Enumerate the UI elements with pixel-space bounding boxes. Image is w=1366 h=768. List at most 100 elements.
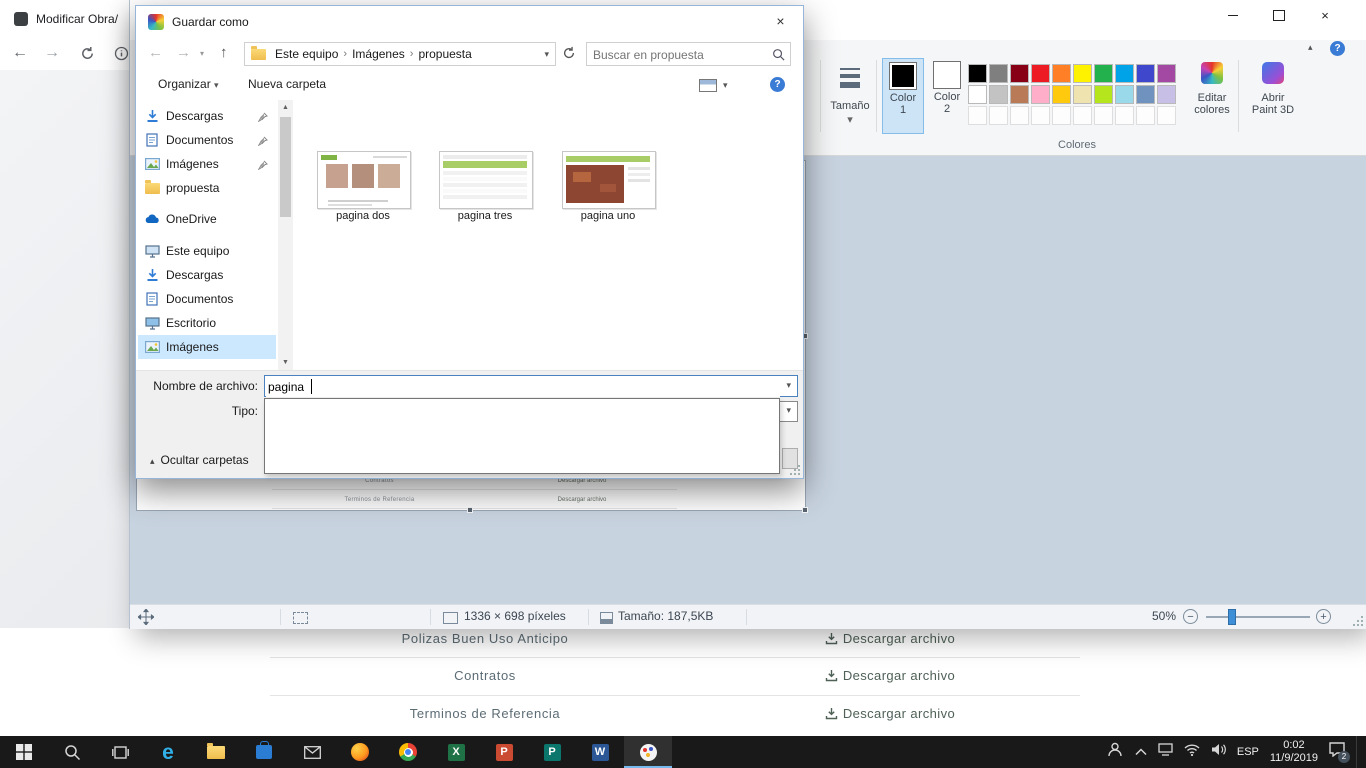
search-input[interactable] (591, 45, 765, 65)
organize-button[interactable]: Organizar ▾ (158, 77, 219, 91)
show-desktop-button[interactable] (1356, 736, 1362, 768)
hidden-icons-chevron[interactable] (1135, 743, 1147, 761)
sidebar-item-descargas-pc[interactable]: Descargas (138, 263, 276, 287)
palette-swatch-empty[interactable] (989, 106, 1008, 125)
palette-swatch[interactable] (1010, 64, 1029, 83)
address-bar[interactable]: Este equipo › Imágenes › propuesta ▾ (244, 42, 556, 66)
download-link[interactable]: Descargar archivo (790, 668, 990, 685)
taskbar-mail-button[interactable] (288, 736, 336, 768)
palette-swatch-empty[interactable] (968, 106, 987, 125)
start-button[interactable] (0, 736, 48, 768)
palette-swatch-empty[interactable] (1010, 106, 1029, 125)
color2-button[interactable]: Color 2 (926, 58, 968, 134)
download-link[interactable]: Descargar archivo (790, 706, 990, 723)
breadcrumb-item[interactable]: Este equipo (271, 47, 342, 61)
palette-swatch-empty[interactable] (1052, 106, 1071, 125)
color1-button[interactable]: Color 1 (882, 58, 924, 134)
taskbar-clock[interactable]: 0:02 11/9/2019 (1270, 739, 1318, 765)
breadcrumb-item[interactable]: propuesta (414, 47, 475, 61)
zoom-slider-thumb[interactable] (1228, 609, 1236, 625)
taskbar-paint-button[interactable] (624, 736, 672, 768)
size-button[interactable]: Tamaño ▾ (826, 60, 874, 136)
palette-swatch-empty[interactable] (1115, 106, 1134, 125)
forward-icon[interactable]: → (176, 44, 191, 61)
volume-icon[interactable] (1211, 743, 1226, 761)
resize-handle[interactable] (467, 507, 473, 513)
file-thumbnail-pagina-tres[interactable] (439, 151, 533, 209)
palette-swatch[interactable] (1073, 64, 1092, 83)
palette-swatch-empty[interactable] (1136, 106, 1155, 125)
dialog-resize-grip[interactable] (790, 465, 800, 475)
hide-folders-button[interactable]: ▴Ocultar carpetas (150, 450, 249, 470)
taskbar-word-button[interactable]: W (576, 736, 624, 768)
scroll-down-icon[interactable]: ▼ (278, 355, 293, 370)
browser-tab[interactable]: Modificar Obra/ (0, 0, 134, 40)
palette-swatch[interactable] (1094, 85, 1113, 104)
palette-swatch[interactable] (1115, 85, 1134, 104)
view-options-icon[interactable] (699, 79, 717, 92)
file-thumbnail-pagina-dos[interactable] (317, 151, 411, 209)
filename-field[interactable]: ▾ (264, 375, 798, 397)
sidebar-scrollbar[interactable]: ▲ ▼ (278, 100, 293, 370)
help-icon[interactable]: ? (1330, 41, 1345, 56)
scroll-up-icon[interactable]: ▲ (278, 100, 293, 115)
palette-swatch[interactable] (1073, 85, 1092, 104)
palette-swatch[interactable] (1094, 64, 1113, 83)
sidebar-item-documentos[interactable]: Documentos (138, 128, 276, 152)
palette-swatch[interactable] (1010, 85, 1029, 104)
taskbar-excel-button[interactable]: X (432, 736, 480, 768)
people-icon[interactable] (1107, 742, 1124, 762)
palette-swatch-empty[interactable] (1073, 106, 1092, 125)
zoom-out-button[interactable]: − (1183, 609, 1198, 624)
language-indicator[interactable]: ESP (1237, 746, 1259, 758)
taskbar-chrome-button[interactable] (384, 736, 432, 768)
palette-swatch[interactable] (1052, 85, 1071, 104)
filename-dropdown-icon[interactable]: ▾ (786, 380, 791, 391)
up-icon[interactable]: ↑ (220, 44, 228, 61)
new-folder-button[interactable]: Nueva carpeta (248, 77, 326, 91)
palette-swatch-empty[interactable] (1094, 106, 1113, 125)
ribbon-collapse-icon[interactable]: ▴ (1308, 42, 1313, 53)
palette-swatch[interactable] (1136, 85, 1155, 104)
sidebar-item-imagenes[interactable]: Imágenes (138, 152, 276, 176)
history-chevron-icon[interactable]: ▾ (200, 49, 204, 58)
window-resize-grip[interactable] (1353, 616, 1363, 626)
palette-swatch[interactable] (1136, 64, 1155, 83)
palette-swatch[interactable] (1031, 85, 1050, 104)
back-icon[interactable]: ← (148, 44, 163, 61)
palette-swatch[interactable] (989, 85, 1008, 104)
edit-colors-button[interactable]: Editar colores (1188, 58, 1236, 134)
dialog-close-icon[interactable]: × (758, 6, 803, 36)
browser-reload-icon[interactable] (80, 46, 95, 66)
action-center-button[interactable]: 2 (1329, 742, 1345, 762)
sidebar-item-escritorio[interactable]: Escritorio (138, 311, 276, 335)
taskbar-powerpoint-button[interactable]: P (480, 736, 528, 768)
taskbar-edge-button[interactable]: e (144, 736, 192, 768)
zoom-in-button[interactable]: + (1316, 609, 1331, 624)
palette-swatch[interactable] (968, 85, 987, 104)
resize-handle[interactable] (802, 507, 808, 513)
palette-swatch-empty[interactable] (1157, 106, 1176, 125)
zoom-slider-track[interactable] (1206, 616, 1310, 618)
task-view-button[interactable] (96, 736, 144, 768)
open-paint3d-button[interactable]: Abrir Paint 3D (1244, 58, 1302, 134)
taskbar-search-button[interactable] (48, 736, 96, 768)
maximize-button[interactable] (1256, 0, 1302, 30)
sidebar-item-propuesta[interactable]: propuesta (138, 176, 276, 200)
network-icon[interactable] (1158, 743, 1173, 761)
palette-swatch[interactable] (1157, 64, 1176, 83)
minimize-button[interactable] (1210, 0, 1256, 30)
browser-forward-icon[interactable]: → (44, 44, 60, 62)
sidebar-item-este-equipo[interactable]: Este equipo (138, 239, 276, 263)
sidebar-item-descargas[interactable]: Descargas (138, 104, 276, 128)
taskbar-store-button[interactable] (240, 736, 288, 768)
palette-swatch[interactable] (989, 64, 1008, 83)
palette-swatch[interactable] (1031, 64, 1050, 83)
close-button[interactable]: × (1302, 0, 1348, 30)
palette-swatch[interactable] (1115, 64, 1134, 83)
palette-swatch[interactable] (1052, 64, 1071, 83)
palette-swatch[interactable] (1157, 85, 1176, 104)
sidebar-item-onedrive[interactable]: OneDrive (138, 207, 276, 231)
browser-back-icon[interactable]: ← (12, 44, 28, 62)
taskbar-explorer-button[interactable] (192, 736, 240, 768)
